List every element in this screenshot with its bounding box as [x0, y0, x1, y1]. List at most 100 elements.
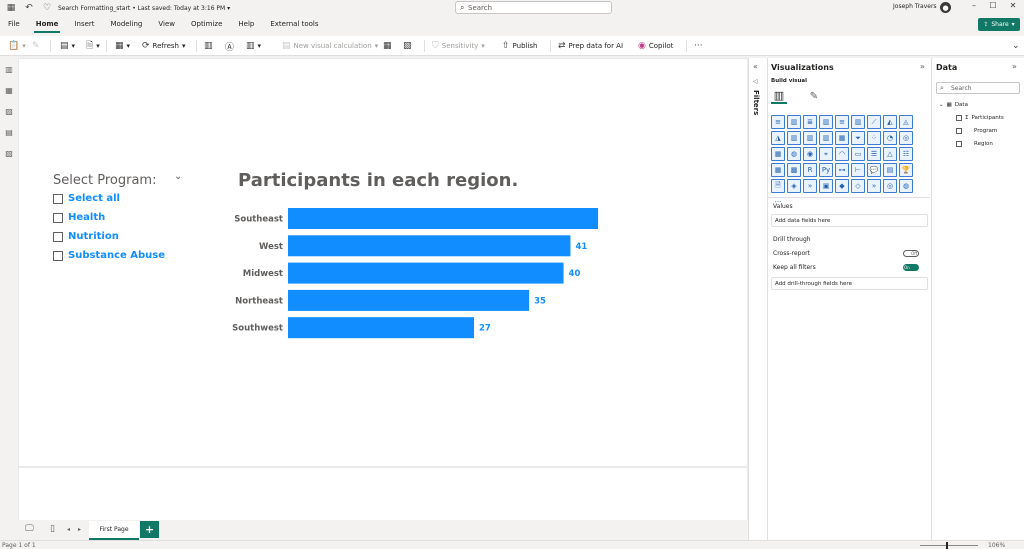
key-influencers-icon[interactable]: ⊶: [835, 163, 849, 177]
line-clustered-column-icon[interactable]: ▥: [803, 131, 817, 145]
table-visual-icon[interactable]: ▦: [771, 163, 785, 177]
area-chart-icon[interactable]: ◭: [883, 115, 897, 129]
format-visual-tab[interactable]: ✎: [806, 88, 822, 104]
card-icon[interactable]: ▭: [851, 147, 865, 161]
clustered-bar-chart-icon[interactable]: ≣: [803, 115, 817, 129]
transform-data-button[interactable]: ▦ ▾: [115, 39, 130, 53]
tab-external-tools[interactable]: External tools: [262, 16, 326, 33]
global-search-input[interactable]: ⌕ Search: [455, 1, 612, 14]
tmdl-view-icon[interactable]: ▧: [4, 148, 14, 158]
bar-west[interactable]: [288, 235, 571, 257]
minimize-icon[interactable]: –: [968, 1, 980, 10]
page-tab-first-page[interactable]: First Page: [89, 521, 139, 540]
paginated-report-icon[interactable]: 🗎: [771, 179, 785, 193]
previous-page-icon[interactable]: ◂: [67, 526, 70, 533]
filters-label[interactable]: Filters: [752, 90, 760, 115]
slicer-item-health[interactable]: Health: [53, 212, 105, 223]
paste-button[interactable]: 📋 ▾: [8, 39, 26, 53]
quick-measure-button[interactable]: ▧: [403, 39, 412, 53]
more-visuals-button[interactable]: ▥ ▾: [246, 39, 261, 53]
expand-filters-icon[interactable]: «: [753, 62, 758, 71]
tab-insert[interactable]: Insert: [66, 16, 102, 33]
waterfall-chart-icon[interactable]: ▦: [835, 131, 849, 145]
new-measure-button[interactable]: ▦: [383, 39, 392, 53]
copilot-button[interactable]: ◉ Copilot: [638, 39, 673, 53]
collapse-ribbon-button[interactable]: ⌄: [1012, 39, 1020, 53]
format-painter-button[interactable]: ✎: [32, 39, 40, 53]
avatar[interactable]: ●: [940, 2, 951, 13]
custom-visual-icon-6[interactable]: ◍: [899, 179, 913, 193]
custom-visual-icon-3[interactable]: ◇: [851, 179, 865, 193]
drill-through-drop-field[interactable]: Add drill-through fields here: [771, 277, 928, 290]
filled-map-icon[interactable]: ◉: [803, 147, 817, 161]
checkbox[interactable]: [53, 250, 63, 261]
slicer-item-select-all[interactable]: Select all: [53, 193, 120, 204]
cross-report-toggle[interactable]: Off: [903, 250, 919, 257]
prep-data-for-ai-button[interactable]: ⇄ Prep data for AI: [558, 39, 623, 53]
collapse-visualizations-icon[interactable]: »: [920, 62, 925, 71]
slicer-item-substance-abuse[interactable]: Substance Abuse: [53, 250, 165, 261]
slicer-icon[interactable]: ☷: [899, 147, 913, 161]
100-stacked-bar-chart-icon[interactable]: ≡: [835, 115, 849, 129]
keep-all-filters-toggle[interactable]: On: [903, 264, 919, 271]
custom-visual-icon-4[interactable]: »: [867, 179, 881, 193]
tab-optimize[interactable]: Optimize: [183, 16, 230, 33]
donut-chart-icon[interactable]: ◎: [899, 131, 913, 145]
close-icon[interactable]: ✕: [1007, 1, 1019, 10]
sensitivity-button[interactable]: ⛉ Sensitivity ▾: [432, 39, 485, 53]
tab-modeling[interactable]: Modeling: [103, 16, 151, 33]
user-name[interactable]: Joseph Travers: [893, 3, 937, 10]
stacked-bar-chart-icon[interactable]: ≡: [771, 115, 785, 129]
collapse-data-pane-icon[interactable]: »: [1012, 62, 1017, 71]
line-chart-icon[interactable]: ⟋: [867, 115, 881, 129]
field-participants[interactable]: Σ Participants: [956, 115, 1004, 121]
zoom-slider-thumb[interactable]: [946, 542, 948, 549]
bar-southwest[interactable]: [288, 317, 474, 339]
custom-visual-icon-1[interactable]: ▣: [819, 179, 833, 193]
save-icon[interactable]: ♡: [40, 1, 54, 15]
line-stacked-column-icon[interactable]: ▥: [787, 131, 801, 145]
field-region[interactable]: Region: [956, 141, 993, 147]
clustered-column-chart-icon[interactable]: ▥: [819, 115, 833, 129]
new-visual-calculation-button[interactable]: ▤ New visual calculation ▾: [282, 39, 378, 53]
values-drop-field[interactable]: Add data fields here: [771, 214, 928, 227]
matrix-icon[interactable]: ▩: [787, 163, 801, 177]
funnel-icon[interactable]: ⏷: [851, 131, 865, 145]
stacked-column-chart-icon[interactable]: ▥: [787, 115, 801, 129]
mobile-layout-icon[interactable]: ▯: [50, 524, 55, 534]
checkbox[interactable]: [956, 115, 962, 121]
new-visual-button[interactable]: ▥: [204, 39, 213, 53]
build-visual-tab[interactable]: ▥: [771, 88, 787, 104]
model-view-icon[interactable]: ▨: [4, 106, 14, 116]
chevron-down-icon[interactable]: ⌄: [174, 171, 182, 182]
bar-chart[interactable]: Southeast West 41 Midwest 40 Northeast 35 South…: [230, 200, 630, 350]
checkbox[interactable]: [53, 193, 63, 204]
100-stacked-column-chart-icon[interactable]: ▥: [851, 115, 865, 129]
100-stacked-area-chart-icon[interactable]: ◮: [771, 131, 785, 145]
kpi-icon[interactable]: △: [883, 147, 897, 161]
next-page-icon[interactable]: ▸: [78, 526, 81, 533]
qa-icon[interactable]: 💬: [867, 163, 881, 177]
slicer-item-nutrition[interactable]: Nutrition: [53, 231, 119, 242]
window-title[interactable]: Search Formatting_start • Last saved: To…: [58, 5, 230, 12]
tab-view[interactable]: View: [150, 16, 183, 33]
gauge-icon[interactable]: ◠: [835, 147, 849, 161]
recent-sources-button[interactable]: 🗎 ▾: [86, 39, 100, 53]
custom-visual-icon-2[interactable]: ◆: [835, 179, 849, 193]
scatter-chart-icon[interactable]: ⁘: [867, 131, 881, 145]
report-view-icon[interactable]: ▥: [4, 64, 14, 74]
map-icon[interactable]: ◍: [787, 147, 801, 161]
publish-button[interactable]: ⇧ Publish: [502, 39, 538, 53]
maximize-icon[interactable]: ☐: [987, 1, 999, 10]
ribbon-chart-icon[interactable]: ▥: [819, 131, 833, 145]
stacked-area-chart-icon[interactable]: ◬: [899, 115, 913, 129]
custom-visual-icon-5[interactable]: ◎: [883, 179, 897, 193]
table-view-icon[interactable]: ▦: [4, 85, 14, 95]
field-program[interactable]: Program: [956, 128, 997, 134]
multi-row-card-icon[interactable]: ☰: [867, 147, 881, 161]
checkbox[interactable]: [53, 231, 63, 242]
tab-file[interactable]: File: [0, 16, 28, 33]
text-box-button[interactable]: Ⓐ: [225, 39, 234, 53]
data-search-input[interactable]: ⌕ Search: [936, 82, 1020, 94]
chevron-down-icon[interactable]: ⌄: [939, 102, 944, 108]
